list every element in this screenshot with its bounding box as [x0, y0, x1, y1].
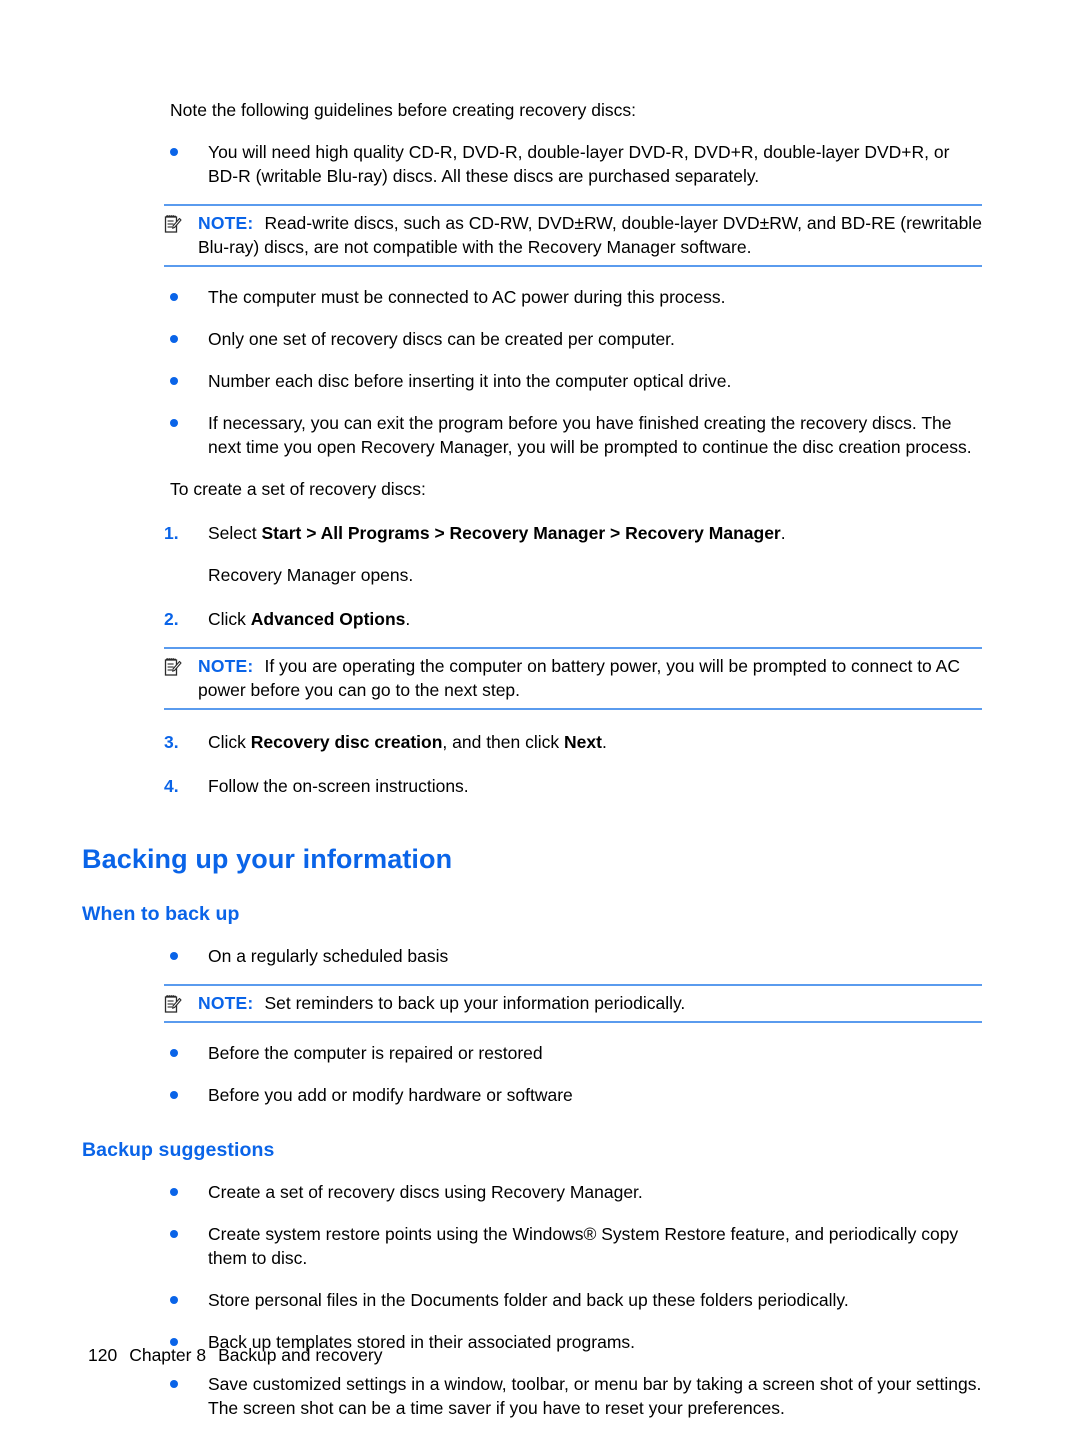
bullet-dot-icon [170, 1330, 208, 1346]
step-bold: Recovery disc creation [250, 732, 443, 752]
section-heading-when-to-back-up: When to back up [82, 903, 240, 925]
create-discs-intro: To create a set of recovery discs: [170, 479, 426, 499]
list-item: If necessary, you can exit the program b… [82, 411, 982, 459]
bullet-dot-icon [170, 369, 208, 385]
step-middle: , and then click [442, 732, 565, 752]
step-text: Follow the on-screen instructions. [208, 776, 469, 796]
step-number: 4. [164, 776, 179, 796]
list-item-text: On a regularly scheduled basis [208, 946, 449, 966]
step-bold-2: Next [564, 732, 602, 752]
note-label: NOTE: [198, 993, 254, 1013]
note-pad-pencil-icon [164, 654, 198, 677]
note-text: NOTE: If you are operating the computer o… [198, 654, 982, 702]
bullet-dot-icon [170, 411, 208, 427]
note-callout: NOTE: If you are operating the computer o… [164, 647, 982, 710]
list-item-text: You will need high quality CD-R, DVD-R, … [208, 142, 950, 186]
note-label: NOTE: [198, 656, 254, 676]
note-callout: NOTE: Read-write discs, such as CD-RW, DV… [164, 204, 982, 267]
step-prefix: Select [208, 523, 262, 543]
list-item: Create system restore points using the W… [82, 1222, 982, 1270]
step-prefix: Click [208, 609, 251, 629]
step-sub-text: Recovery Manager opens. [208, 565, 414, 585]
step-text: Click Recovery disc creation, and then c… [208, 730, 982, 754]
bullet-dot-icon [170, 1372, 208, 1388]
list-item-text: Number each disc before inserting it int… [208, 371, 732, 391]
list-item-text: Before the computer is repaired or resto… [208, 1043, 543, 1063]
step-bold: Advanced Options [250, 609, 406, 629]
list-item-text: Create a set of recovery discs using Rec… [208, 1182, 643, 1202]
list-item-text: Save customized settings in a window, to… [208, 1374, 982, 1418]
step-text: Select Start > All Programs > Recovery M… [208, 521, 982, 545]
numbered-list-item: 4. Follow the on-screen instructions. [82, 774, 982, 798]
list-item-text: The computer must be connected to AC pow… [208, 287, 726, 307]
bullet-dot-icon [170, 285, 208, 301]
step-bold: Start > All Programs > Recovery Manager … [261, 523, 781, 543]
bullet-dot-icon [170, 944, 208, 960]
step-number: 1. [164, 523, 179, 543]
list-item: Number each disc before inserting it int… [82, 369, 982, 393]
list-item: On a regularly scheduled basis [82, 944, 982, 968]
list-item-text: Create system restore points using the W… [208, 1224, 959, 1268]
note-callout: NOTE: Set reminders to back up your infor… [164, 984, 982, 1023]
step-text: Click Advanced Options. [208, 607, 982, 631]
footer-page-number: 120 [88, 1345, 118, 1365]
note-label: NOTE: [198, 213, 254, 233]
numbered-list-item: 1. Select Start > All Programs > Recover… [82, 521, 982, 545]
list-item: You will need high quality CD-R, DVD-R, … [82, 140, 982, 188]
page-title: Backing up your information [82, 844, 453, 874]
step-suffix: . [780, 523, 786, 543]
list-item: Before you add or modify hardware or sof… [82, 1083, 982, 1107]
step-number: 2. [164, 609, 179, 629]
step-prefix: Click [208, 732, 251, 752]
note-body-text: Set reminders to back up your informatio… [264, 993, 686, 1013]
step-suffix: . [601, 732, 607, 752]
step-number: 3. [164, 732, 179, 752]
page-footer: 120 Chapter 8 Backup and recovery [88, 1345, 382, 1366]
page-content: Note the following guidelines before cre… [82, 98, 982, 1420]
list-item: Create a set of recovery discs using Rec… [82, 1180, 982, 1204]
document-page: Note the following guidelines before cre… [0, 0, 1080, 1437]
list-item: Store personal files in the Documents fo… [82, 1288, 982, 1312]
step-suffix: . [405, 609, 411, 629]
bullet-dot-icon [170, 327, 208, 343]
intro-paragraph: Note the following guidelines before cre… [170, 100, 636, 120]
list-item-text: Before you add or modify hardware or sof… [208, 1085, 573, 1105]
note-body-text: Read-write discs, such as CD-RW, DVD±RW,… [198, 213, 982, 257]
list-item: Save customized settings in a window, to… [82, 1372, 982, 1420]
bullet-dot-icon [170, 140, 208, 156]
bullet-dot-icon [170, 1222, 208, 1238]
note-text: NOTE: Set reminders to back up your infor… [198, 991, 982, 1015]
list-item: Only one set of recovery discs can be cr… [82, 327, 982, 351]
note-pad-pencil-icon [164, 991, 198, 1014]
list-item-text: If necessary, you can exit the program b… [208, 413, 972, 457]
list-item: Before the computer is repaired or resto… [82, 1041, 982, 1065]
section-heading-backup-suggestions: Backup suggestions [82, 1139, 275, 1161]
list-item-text: Store personal files in the Documents fo… [208, 1290, 849, 1310]
footer-chapter-title: Backup and recovery [218, 1345, 383, 1365]
bullet-dot-icon [170, 1180, 208, 1196]
bullet-dot-icon [170, 1041, 208, 1057]
footer-chapter: Chapter 8 [129, 1345, 207, 1365]
numbered-list-item: 3. Click Recovery disc creation, and the… [82, 730, 982, 754]
bullet-dot-icon [170, 1083, 208, 1099]
list-item: The computer must be connected to AC pow… [82, 285, 982, 309]
note-pad-pencil-icon [164, 211, 198, 234]
numbered-list-item: 2. Click Advanced Options. [82, 607, 982, 631]
list-item-text: Only one set of recovery discs can be cr… [208, 329, 675, 349]
note-text: NOTE: Read-write discs, such as CD-RW, DV… [198, 211, 982, 259]
bullet-dot-icon [170, 1288, 208, 1304]
note-body-text: If you are operating the computer on bat… [198, 656, 960, 700]
